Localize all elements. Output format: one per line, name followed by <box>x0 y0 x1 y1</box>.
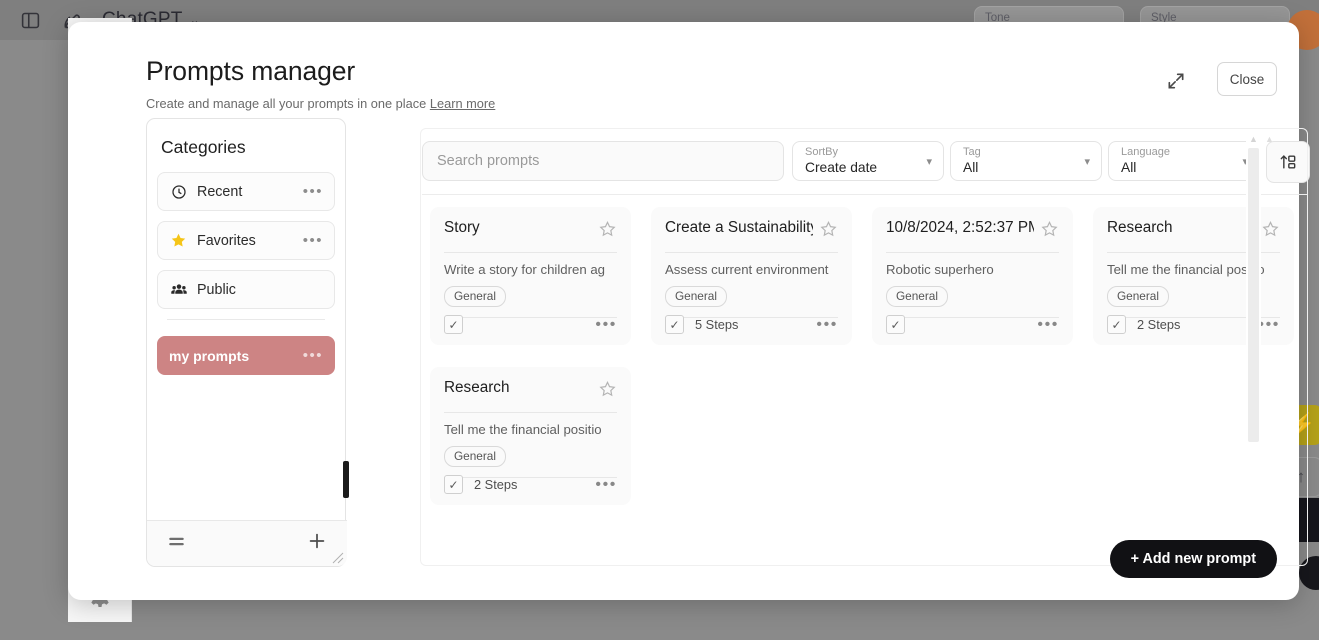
card-title: Create a Sustainability <box>665 219 813 237</box>
card-steps: 5 Steps <box>695 317 738 332</box>
card-header: Create a Sustainability <box>665 219 838 244</box>
categories-title: Categories <box>161 137 345 158</box>
close-button[interactable]: Close <box>1217 62 1277 96</box>
resize-grip-icon[interactable] <box>332 551 344 563</box>
card-checkbox[interactable]: ✓ <box>1107 315 1126 334</box>
card-tag: General <box>444 446 506 467</box>
card-description: Robotic superhero <box>886 262 1059 277</box>
star-outline-icon[interactable] <box>598 380 617 404</box>
page-subtitle: Create and manage all your prompts in on… <box>146 96 495 111</box>
prompt-card[interactable]: 10/8/2024, 2:52:37 PM Robotic superhero … <box>872 207 1073 345</box>
clock-icon <box>169 184 188 200</box>
language-label: Language <box>1121 146 1247 159</box>
subtitle-text: Create and manage all your prompts in on… <box>146 96 426 111</box>
card-title: Research <box>1107 219 1172 237</box>
expand-icon[interactable] <box>1161 66 1191 96</box>
category-label: Favorites <box>197 233 303 249</box>
card-description: Tell me the financial positio <box>444 422 617 437</box>
plus-icon[interactable] <box>306 530 328 557</box>
scrollbar-thumb[interactable] <box>1248 148 1259 442</box>
card-tag: General <box>886 286 948 307</box>
card-footer: ✓ 5 Steps ••• <box>665 315 838 334</box>
card-footer: ✓ ••• <box>444 315 617 334</box>
toolbar-divider <box>422 194 1308 195</box>
star-icon <box>169 232 188 249</box>
language-select[interactable]: Language All ▾ <box>1108 141 1260 181</box>
language-value: All <box>1121 159 1247 176</box>
card-divider <box>665 252 838 253</box>
card-title: 10/8/2024, 2:52:37 PM <box>886 219 1034 237</box>
prompt-card[interactable]: Research Tell me the financial positio G… <box>430 367 631 505</box>
prompt-cards-grid: Story Write a story for children ag Gene… <box>430 207 1310 505</box>
card-tag: General <box>665 286 727 307</box>
search-input[interactable] <box>422 141 784 181</box>
category-menu-icon[interactable]: ••• <box>303 237 323 245</box>
card-header: Research <box>444 379 617 404</box>
card-header: 10/8/2024, 2:52:37 PM <box>886 219 1059 244</box>
category-item-my-prompts[interactable]: my prompts ••• <box>157 336 335 375</box>
selected-category-marker <box>343 461 349 498</box>
card-steps: 2 Steps <box>1137 317 1180 332</box>
people-icon <box>169 281 188 299</box>
card-steps: 2 Steps <box>474 477 517 492</box>
category-item-recent[interactable]: Recent ••• <box>157 172 335 211</box>
card-divider <box>444 412 617 413</box>
dialog-header: Prompts manager Create and manage all yo… <box>146 56 495 111</box>
chevron-down-icon: ▾ <box>926 155 932 168</box>
card-menu-icon[interactable]: ••• <box>816 321 838 329</box>
categories-footer <box>147 520 347 566</box>
card-divider <box>444 252 617 253</box>
category-item-favorites[interactable]: Favorites ••• <box>157 221 335 260</box>
card-footer: ✓ ••• <box>886 315 1059 334</box>
card-menu-icon[interactable]: ••• <box>595 321 617 329</box>
page-title: Prompts manager <box>146 56 495 87</box>
card-tag: General <box>1107 286 1169 307</box>
categories-panel: Categories Recent ••• Favorites ••• <box>146 118 346 567</box>
card-title: Story <box>444 219 480 237</box>
tag-select[interactable]: Tag All ▾ <box>950 141 1102 181</box>
prompt-card[interactable]: Story Write a story for children ag Gene… <box>430 207 631 345</box>
sortby-label: SortBy <box>805 146 931 159</box>
card-checkbox[interactable]: ✓ <box>665 315 684 334</box>
card-menu-icon[interactable]: ••• <box>1037 321 1059 329</box>
learn-more-link[interactable]: Learn more <box>430 96 495 111</box>
category-item-public[interactable]: Public <box>157 270 335 309</box>
scrollbar-up-arrow[interactable]: ▲ <box>1262 132 1277 146</box>
star-outline-icon[interactable] <box>598 220 617 244</box>
card-header: Story <box>444 219 617 244</box>
tag-value: All <box>963 159 1089 176</box>
card-description: Write a story for children ag <box>444 262 617 277</box>
category-label: Public <box>197 282 323 298</box>
hamburger-icon[interactable] <box>166 531 187 557</box>
card-menu-icon[interactable]: ••• <box>595 481 617 489</box>
star-outline-icon[interactable] <box>1040 220 1059 244</box>
add-new-prompt-button[interactable]: + Add new prompt <box>1110 540 1277 578</box>
categories-divider <box>167 319 325 320</box>
card-checkbox[interactable]: ✓ <box>886 315 905 334</box>
categories-list: Recent ••• Favorites ••• Public my promp <box>147 172 345 375</box>
tag-label: Tag <box>963 146 1089 159</box>
card-title: Research <box>444 379 509 397</box>
prompts-manager-dialog: Prompts manager Create and manage all yo… <box>68 22 1299 600</box>
card-divider <box>886 252 1059 253</box>
scrollbar-up-arrow[interactable]: ▲ <box>1246 132 1261 146</box>
card-description: Assess current environment <box>665 262 838 277</box>
sortby-value: Create date <box>805 159 931 176</box>
card-footer: ✓ 2 Steps ••• <box>444 475 617 494</box>
category-menu-icon[interactable]: ••• <box>303 188 323 196</box>
card-checkbox[interactable]: ✓ <box>444 315 463 334</box>
sortby-select[interactable]: SortBy Create date ▾ <box>792 141 944 181</box>
card-tag: General <box>444 286 506 307</box>
prompt-card[interactable]: Create a Sustainability Assess current e… <box>651 207 852 345</box>
background-circle-button[interactable] <box>1299 556 1319 590</box>
category-label: Recent <box>197 184 303 200</box>
card-checkbox[interactable]: ✓ <box>444 475 463 494</box>
category-menu-icon[interactable]: ••• <box>303 352 323 360</box>
star-outline-icon[interactable] <box>819 220 838 244</box>
content-scrollbar[interactable]: ▲ ▼ <box>1246 132 1261 562</box>
category-label: my prompts <box>169 348 303 364</box>
sidebar-toggle-icon[interactable] <box>18 8 42 32</box>
outer-scrollbar[interactable]: ▲ ▼ <box>1262 132 1277 562</box>
chevron-down-icon: ▾ <box>1084 155 1090 168</box>
